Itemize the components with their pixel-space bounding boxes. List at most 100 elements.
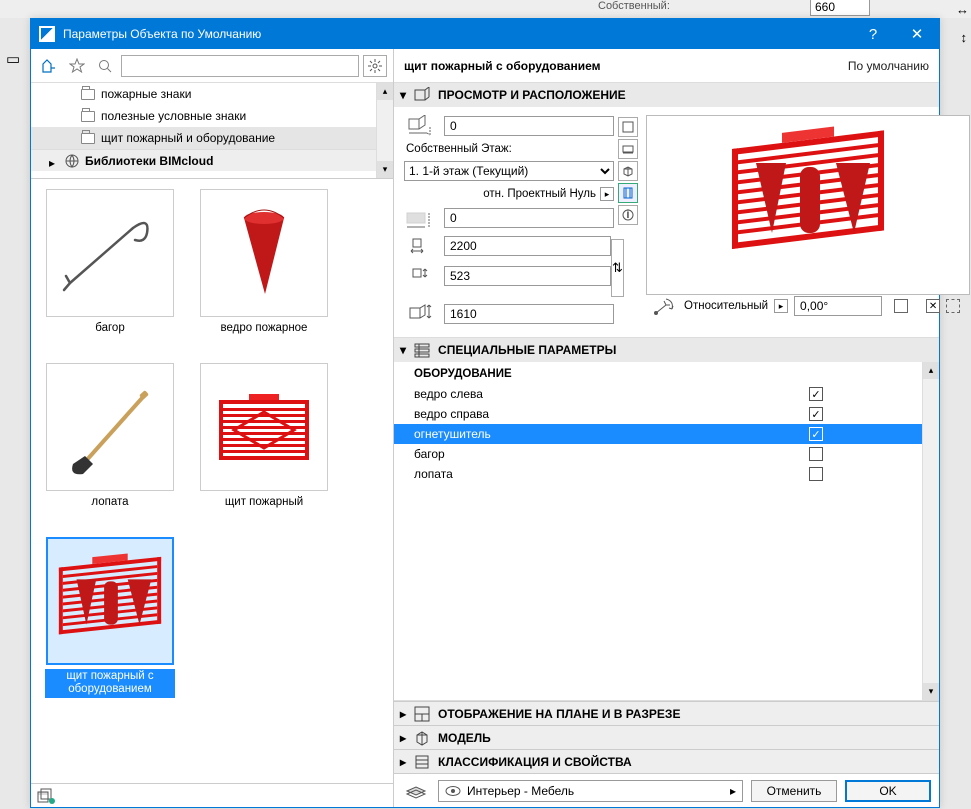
default-settings-label: По умолчанию: [848, 59, 929, 73]
mirror-y-checkbox[interactable]: [946, 299, 960, 313]
equipment-checkbox[interactable]: [809, 447, 823, 461]
bimcloud-icon: [65, 154, 79, 168]
gallery-item-selected[interactable]: щит пожарный с оборудованием: [45, 537, 175, 699]
section-classification-header[interactable]: ▸ КЛАССИФИКАЦИЯ И СВОЙСТВА: [394, 749, 939, 773]
preview-3d: [646, 115, 970, 295]
view-front-button[interactable]: [618, 183, 638, 203]
depth-icon: [404, 265, 436, 287]
resize-v-icon: ↕: [961, 30, 968, 45]
height-icon: [404, 303, 436, 325]
equipment-heading: ОБОРУДОВАНИЕ: [394, 362, 939, 384]
settings-gear-button[interactable]: [363, 55, 387, 77]
help-button[interactable]: ?: [851, 19, 895, 49]
expand-icon: ▸: [49, 156, 59, 166]
disclosure-right-icon: ▸: [400, 755, 406, 769]
home-story-select[interactable]: 1. 1-й этаж (Текущий): [404, 161, 614, 181]
disclosure-right-icon: ▸: [400, 731, 406, 745]
section-title: ПРОСМОТР И РАСПОЛОЖЕНИЕ: [438, 88, 626, 102]
gallery-item[interactable]: ведро пожарное: [199, 189, 329, 337]
disclosure-down-icon: ▾: [400, 343, 406, 357]
tree-item[interactable]: пожарные знаки: [31, 83, 393, 105]
relative-flyout-button[interactable]: ▸: [774, 299, 788, 313]
top-offset-icon: [404, 115, 436, 137]
folder-icon: [81, 111, 95, 122]
object-settings-dialog: Параметры Объекта по Умолчанию ? ✕: [30, 18, 940, 808]
equipment-row[interactable]: огнетушитель ✓: [394, 424, 939, 444]
home-story-label: Собственный Этаж:: [406, 143, 614, 155]
tree-label: полезные условные знаки: [101, 109, 246, 123]
tree-label: щит пожарный и оборудование: [101, 131, 275, 145]
equipment-row[interactable]: ведро слева ✓: [394, 384, 939, 404]
top-offset-input[interactable]: [444, 116, 614, 136]
elevation-input[interactable]: [444, 208, 614, 228]
section-preview-header[interactable]: ▾ ПРОСМОТР И РАСПОЛОЖЕНИЕ: [394, 83, 939, 107]
folder-icon: [81, 133, 95, 144]
view-info-button[interactable]: i: [618, 205, 638, 225]
view-symbol-button[interactable]: [618, 117, 638, 137]
section-model-header[interactable]: ▸ МОДЕЛЬ: [394, 725, 939, 749]
depth-input[interactable]: [444, 266, 611, 286]
equipment-row[interactable]: ведро справа✓: [394, 404, 939, 424]
special-scrollbar[interactable]: ▴▾: [922, 362, 939, 700]
width-input[interactable]: [444, 236, 611, 256]
library-root[interactable]: ▸ Библиотеки BIMcloud: [31, 149, 393, 171]
equipment-row[interactable]: лопата: [394, 464, 939, 484]
mirror-plan-checkbox[interactable]: [894, 299, 908, 313]
equipment-label: багор: [414, 447, 445, 461]
disclosure-right-icon: ▸: [400, 707, 406, 721]
gallery-caption: щит пожарный с оборудованием: [45, 669, 175, 699]
equipment-checkbox[interactable]: ✓: [809, 427, 823, 441]
layer-selector[interactable]: Интерьер - Мебель ▸: [438, 780, 743, 802]
section-title: СПЕЦИАЛЬНЫЕ ПАРАМЕТРЫ: [438, 343, 616, 357]
equipment-label: огнетушитель: [414, 427, 491, 441]
elevation-icon: [404, 207, 436, 229]
tree-scrollbar[interactable]: ▴▾: [376, 83, 393, 178]
equipment-row[interactable]: багор: [394, 444, 939, 464]
close-button[interactable]: ✕: [895, 19, 939, 49]
browse-mode-button[interactable]: [37, 54, 61, 78]
tree-label: пожарные знаки: [101, 87, 191, 101]
project-zero-flyout-button[interactable]: ▸: [600, 187, 614, 201]
mirror-x-checkbox[interactable]: ✕: [926, 299, 940, 313]
library-manager-icon[interactable]: [37, 788, 55, 804]
tree-item[interactable]: щит пожарный и оборудование: [31, 127, 393, 149]
book-icon: ▭: [6, 50, 20, 68]
folder-tree[interactable]: пожарные знаки полезные условные знаки щ…: [31, 83, 393, 179]
special-section-icon: [414, 342, 430, 358]
section-title: МОДЕЛЬ: [438, 731, 491, 745]
object-name: щит пожарный с оборудованием: [404, 59, 600, 73]
equipment-label: ведро слева: [414, 387, 483, 401]
resize-arrows-icon: ↔: [956, 2, 969, 17]
plan-section-icon: [414, 706, 430, 722]
gallery-caption: багор: [93, 321, 126, 337]
equipment-checkbox[interactable]: ✓: [809, 387, 823, 401]
bg-value-field[interactable]: 660: [810, 0, 870, 16]
preview-section-icon: [414, 87, 430, 103]
search-input[interactable]: [121, 55, 359, 77]
rotation-angle-input[interactable]: [794, 296, 882, 316]
gallery-caption: щит пожарный: [223, 495, 305, 511]
favorite-button[interactable]: [65, 54, 89, 78]
view-3d-button[interactable]: [618, 161, 638, 181]
search-button[interactable]: [93, 54, 117, 78]
eye-icon: [445, 785, 461, 797]
layer-icon: [402, 780, 430, 802]
section-plan-header[interactable]: ▸ ОТОБРАЖЕНИЕ НА ПЛАНЕ И В РАЗРЕЗЕ: [394, 701, 939, 725]
height-input[interactable]: [444, 304, 614, 324]
gallery-item[interactable]: щит пожарный: [199, 363, 329, 511]
cancel-button[interactable]: Отменить: [751, 780, 837, 802]
svg-text:i: i: [627, 209, 630, 221]
gallery-item[interactable]: багор: [45, 189, 175, 337]
equipment-checkbox[interactable]: ✓: [809, 407, 823, 421]
folder-icon: [81, 89, 95, 100]
equipment-checkbox[interactable]: [809, 467, 823, 481]
model-section-icon: [414, 730, 430, 746]
layer-flyout-icon: ▸: [730, 784, 736, 798]
gallery-item[interactable]: лопата: [45, 363, 175, 511]
section-special-header[interactable]: ▾ СПЕЦИАЛЬНЫЕ ПАРАМЕТРЫ: [394, 338, 939, 362]
app-icon: [39, 26, 55, 42]
view-top-button[interactable]: [618, 139, 638, 159]
tree-item[interactable]: полезные условные знаки: [31, 105, 393, 127]
ok-button[interactable]: OK: [845, 780, 931, 802]
dialog-title: Параметры Объекта по Умолчанию: [63, 27, 851, 41]
